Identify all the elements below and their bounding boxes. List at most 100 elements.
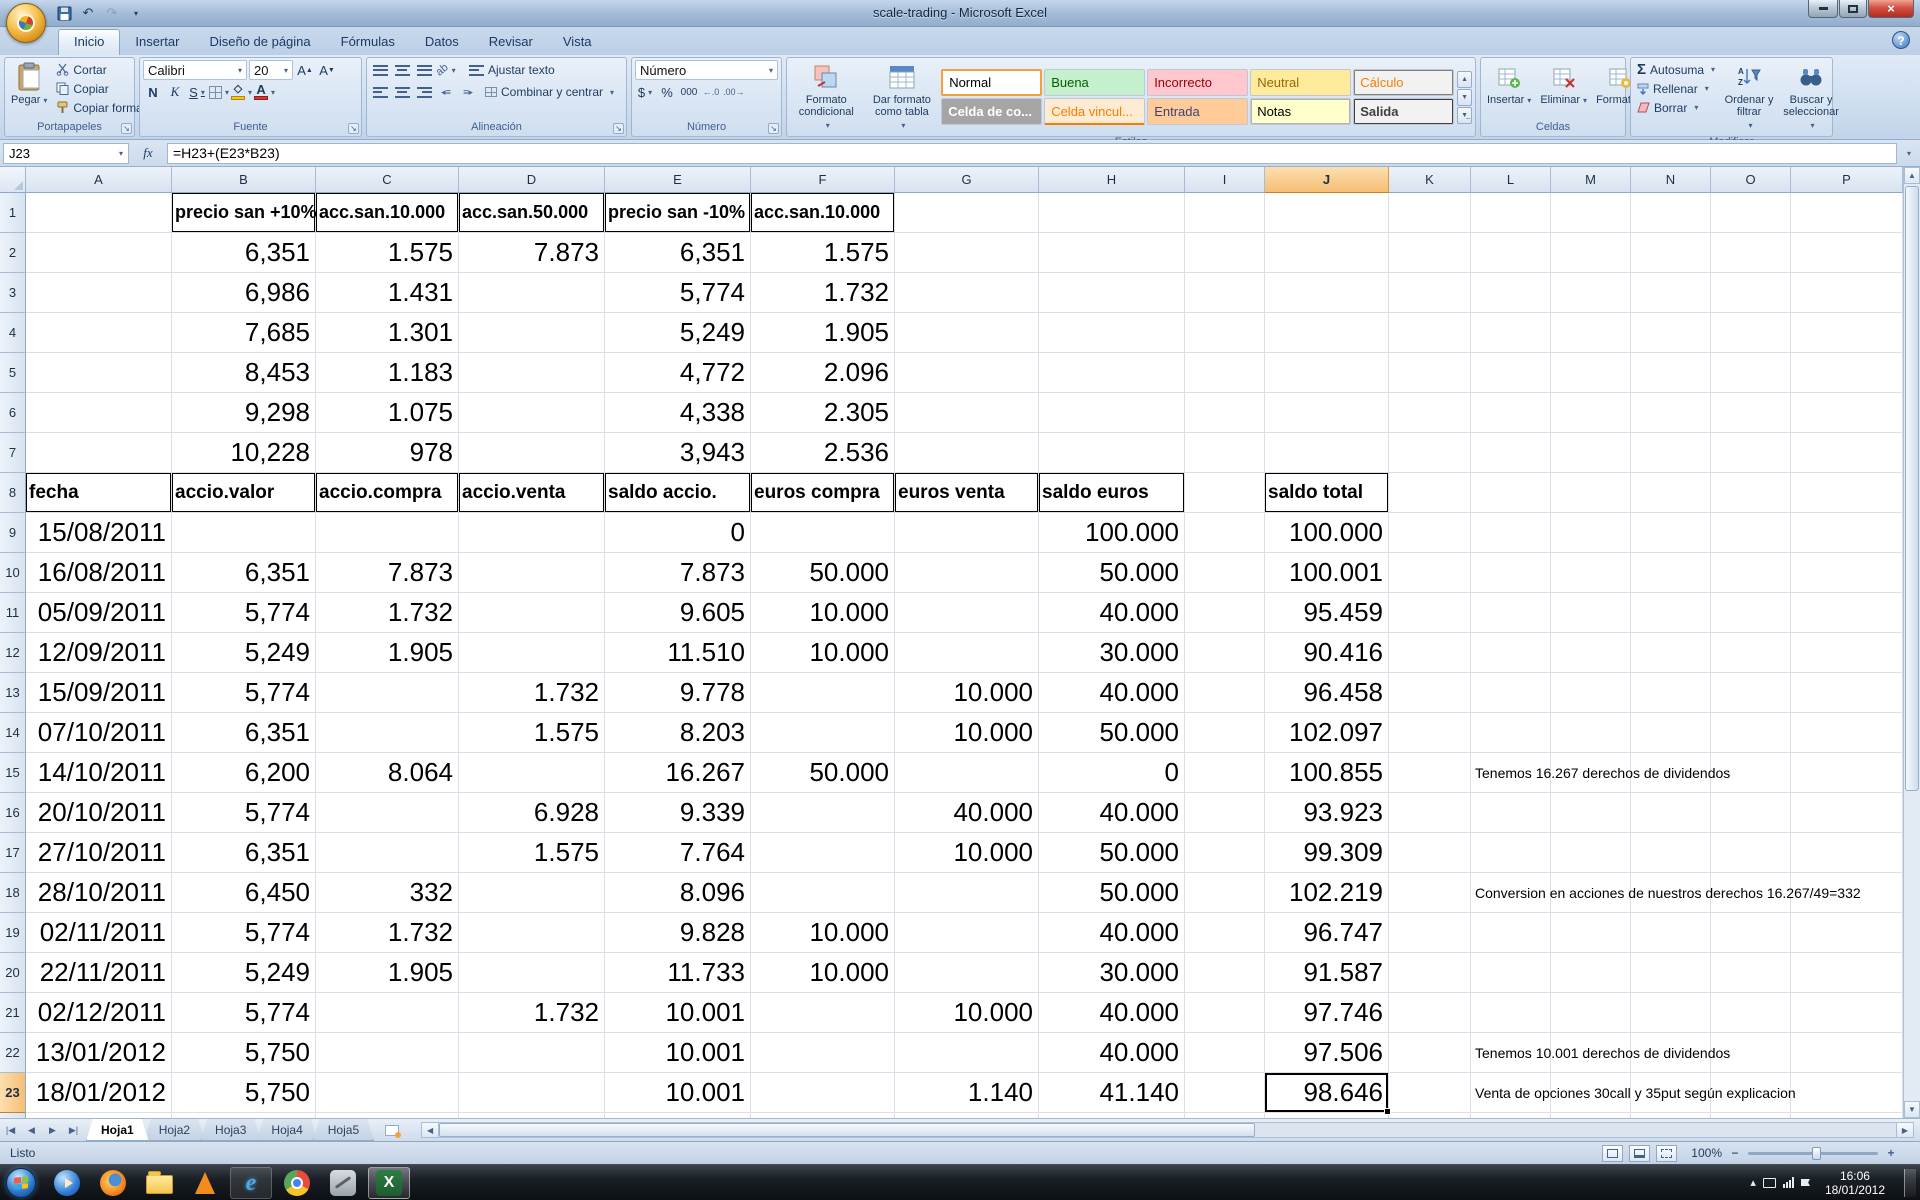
cell-F5[interactable]: 2.096 bbox=[751, 353, 895, 393]
firefox-icon[interactable] bbox=[92, 1167, 134, 1199]
cell-K5[interactable] bbox=[1389, 353, 1471, 393]
cell-O12[interactable] bbox=[1711, 633, 1791, 673]
cell-F12[interactable]: 10.000 bbox=[751, 633, 895, 673]
cell-I19[interactable] bbox=[1185, 913, 1265, 953]
cell-style-salida[interactable]: Salida bbox=[1353, 98, 1454, 125]
cell-P4[interactable] bbox=[1791, 313, 1903, 353]
cell-E19[interactable]: 9.828 bbox=[605, 913, 751, 953]
cell-J13[interactable]: 96.458 bbox=[1265, 673, 1389, 713]
cell-A16[interactable]: 20/10/2011 bbox=[26, 793, 172, 833]
cell-A19[interactable]: 02/11/2011 bbox=[26, 913, 172, 953]
cell-G19[interactable] bbox=[895, 913, 1039, 953]
cell-P14[interactable] bbox=[1791, 713, 1903, 753]
cell-H8[interactable]: saldo euros bbox=[1039, 473, 1185, 513]
cell-H7[interactable] bbox=[1039, 433, 1185, 473]
column-header-k[interactable]: K bbox=[1389, 167, 1471, 193]
cell-F9[interactable] bbox=[751, 513, 895, 553]
number-format-combo[interactable]: Número▾ bbox=[635, 60, 778, 80]
row-header-13[interactable]: 13 bbox=[0, 673, 26, 713]
cell-E18[interactable]: 8.096 bbox=[605, 873, 751, 913]
cell-K1[interactable] bbox=[1389, 193, 1471, 233]
cell-L7[interactable] bbox=[1471, 433, 1551, 473]
cell-G18[interactable] bbox=[895, 873, 1039, 913]
cell-C15[interactable]: 8.064 bbox=[316, 753, 459, 793]
cell-K23[interactable] bbox=[1389, 1073, 1471, 1113]
cell-D5[interactable] bbox=[459, 353, 605, 393]
dialog-launcher-icon[interactable]: ↘ bbox=[613, 123, 624, 134]
gallery-up-button[interactable]: ▲ bbox=[1457, 71, 1472, 88]
cell-L8[interactable] bbox=[1471, 473, 1551, 513]
cell-L6[interactable] bbox=[1471, 393, 1551, 433]
scroll-up-button[interactable]: ▲ bbox=[1904, 167, 1920, 184]
cell-M19[interactable] bbox=[1551, 913, 1631, 953]
cell-F22[interactable] bbox=[751, 1033, 895, 1073]
cell-B16[interactable]: 5,774 bbox=[172, 793, 316, 833]
scroll-left-button[interactable]: ◀ bbox=[421, 1122, 439, 1138]
cell-E23[interactable]: 10.001 bbox=[605, 1073, 751, 1113]
cell-C10[interactable]: 7.873 bbox=[316, 553, 459, 593]
cell-B3[interactable]: 6,986 bbox=[172, 273, 316, 313]
cell-M11[interactable] bbox=[1551, 593, 1631, 633]
cell-C7[interactable]: 978 bbox=[316, 433, 459, 473]
cell-G12[interactable] bbox=[895, 633, 1039, 673]
row-header-20[interactable]: 20 bbox=[0, 953, 26, 993]
ribbon-tab-inicio[interactable]: Inicio bbox=[58, 29, 120, 55]
cell-E12[interactable]: 11.510 bbox=[605, 633, 751, 673]
row-header-18[interactable]: 18 bbox=[0, 873, 26, 913]
row-header-2[interactable]: 2 bbox=[0, 233, 26, 273]
cell-I20[interactable] bbox=[1185, 953, 1265, 993]
column-header-f[interactable]: F bbox=[751, 167, 895, 193]
cell-O2[interactable] bbox=[1711, 233, 1791, 273]
cell-A23[interactable]: 18/01/2012 bbox=[26, 1073, 172, 1113]
cell-M16[interactable] bbox=[1551, 793, 1631, 833]
cell-C9[interactable] bbox=[316, 513, 459, 553]
column-header-a[interactable]: A bbox=[26, 167, 172, 193]
page-break-view-button[interactable] bbox=[1656, 1145, 1677, 1162]
cell-B20[interactable]: 5,249 bbox=[172, 953, 316, 993]
cell-J3[interactable] bbox=[1265, 273, 1389, 313]
cell-H23[interactable]: 41.140 bbox=[1039, 1073, 1185, 1113]
cell-L12[interactable] bbox=[1471, 633, 1551, 673]
cell-B9[interactable] bbox=[172, 513, 316, 553]
row-header-17[interactable]: 17 bbox=[0, 833, 26, 873]
cell-B15[interactable]: 6,200 bbox=[172, 753, 316, 793]
scroll-right-button[interactable]: ▶ bbox=[1896, 1122, 1914, 1138]
cell-D13[interactable]: 1.732 bbox=[459, 673, 605, 713]
cell-A15[interactable]: 14/10/2011 bbox=[26, 753, 172, 793]
cell-L9[interactable] bbox=[1471, 513, 1551, 553]
cell-H4[interactable] bbox=[1039, 313, 1185, 353]
cell-N13[interactable] bbox=[1631, 673, 1711, 713]
cell-C2[interactable]: 1.575 bbox=[316, 233, 459, 273]
wrap-text-button[interactable]: Ajustar texto bbox=[466, 61, 558, 80]
cell-D1[interactable]: acc.san.50.000 bbox=[459, 193, 605, 233]
row-header-8[interactable]: 8 bbox=[0, 473, 26, 513]
cell-K14[interactable] bbox=[1389, 713, 1471, 753]
cell-P12[interactable] bbox=[1791, 633, 1903, 673]
cell-N16[interactable] bbox=[1631, 793, 1711, 833]
cell-P20[interactable] bbox=[1791, 953, 1903, 993]
sort-filter-button[interactable]: AZ Ordenar y filtrar▾ bbox=[1721, 60, 1777, 134]
cell-D12[interactable] bbox=[459, 633, 605, 673]
internet-explorer-icon[interactable]: e bbox=[230, 1167, 272, 1199]
cell-C20[interactable]: 1.905 bbox=[316, 953, 459, 993]
cell-I2[interactable] bbox=[1185, 233, 1265, 273]
cell-K20[interactable] bbox=[1389, 953, 1471, 993]
sheet-tab-hoja5[interactable]: Hoja5 bbox=[313, 1119, 374, 1141]
cell-F23[interactable] bbox=[751, 1073, 895, 1113]
cell-N20[interactable] bbox=[1631, 953, 1711, 993]
cell-L16[interactable] bbox=[1471, 793, 1551, 833]
cell-style-celda-vincul[interactable]: Celda vincul... bbox=[1044, 98, 1145, 125]
cell-L1[interactable] bbox=[1471, 193, 1551, 233]
cell-A22[interactable]: 13/01/2012 bbox=[26, 1033, 172, 1073]
cell-I10[interactable] bbox=[1185, 553, 1265, 593]
column-header-p[interactable]: P bbox=[1791, 167, 1903, 193]
cell-B2[interactable]: 6,351 bbox=[172, 233, 316, 273]
cell-J20[interactable]: 91.587 bbox=[1265, 953, 1389, 993]
cell-note[interactable]: Tenemos 16.267 derechos de dividendos bbox=[1475, 753, 1730, 793]
borders-button[interactable]: ▾ bbox=[209, 82, 229, 102]
cell-D2[interactable]: 7.873 bbox=[459, 233, 605, 273]
cell-N11[interactable] bbox=[1631, 593, 1711, 633]
cell-G20[interactable] bbox=[895, 953, 1039, 993]
cell-K7[interactable] bbox=[1389, 433, 1471, 473]
cell-A9[interactable]: 15/08/2011 bbox=[26, 513, 172, 553]
